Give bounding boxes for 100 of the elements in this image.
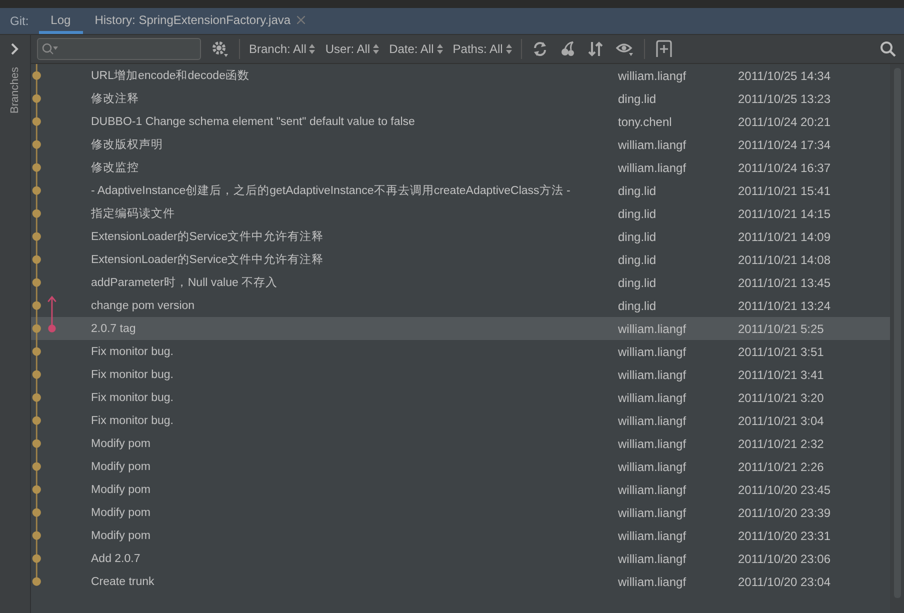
- commit-date: 2011/10/21 13:45: [738, 276, 831, 290]
- commit-message: 指定编码读文件: [91, 206, 176, 221]
- commit-author: ding.lid: [618, 276, 658, 290]
- vcs-label: Git:: [9, 13, 30, 30]
- commit-row[interactable]: DUBBO-1 Change schema element "sent" default value to false tony.chenl 2011/10/24 20:21: [31, 110, 890, 133]
- commit-row[interactable]: Modify pom william.liangf 2011/10/21 2:26: [31, 455, 890, 478]
- commit-date: 2011/10/21 2:26: [738, 460, 824, 474]
- commit-row[interactable]: Fix monitor bug. william.liangf 2011/10/21 3:41: [31, 363, 890, 386]
- commit-message: Modify pom: [91, 438, 152, 450]
- commit-author: ding.lid: [618, 92, 658, 106]
- commit-message: 修改版权声明: [91, 138, 164, 152]
- commit-author: william.liangf: [618, 138, 688, 152]
- commit-author: william.liangf: [618, 460, 688, 474]
- commit-row[interactable]: Modify pom william.liangf 2011/10/20 23:39: [31, 501, 890, 524]
- commit-row[interactable]: - AdaptiveInstance创建后，之后的getAdaptiveInstance不再去调用createAdaptiveClass方法 - ding.lid 2011/10/21 15:41: [31, 179, 890, 202]
- commit-date: 2011/10/20 23:04: [738, 574, 831, 588]
- commit-date: 2011/10/20 23:31: [738, 528, 831, 542]
- commit-message: URL增加encode和decode函数: [91, 68, 250, 83]
- commit-row[interactable]: 修改监控 william.liangf 2011/10/24 16:37: [31, 156, 890, 179]
- commit-message: 修改监控: [91, 160, 140, 175]
- commit-author: ding.lid: [618, 298, 658, 312]
- commit-row[interactable]: Modify pom william.liangf 2011/10/21 2:32: [31, 432, 890, 455]
- commit-author: ding.lid: [618, 206, 658, 220]
- commit-row[interactable]: Add 2.0.7 william.liangf 2011/10/20 23:06: [31, 547, 890, 570]
- commit-author: william.liangf: [618, 552, 688, 566]
- commit-message: - AdaptiveInstance创建后，之后的getAdaptiveInstance不再去调用createAdaptiveClass方法 -: [91, 183, 572, 198]
- commit-message: DUBBO-1 Change schema element "sent" default value to false: [91, 116, 416, 128]
- commit-author: william.liangf: [618, 368, 688, 382]
- filter-dropdown[interactable]: User: All: [324, 42, 380, 56]
- commit-message: Modify pom: [91, 530, 152, 542]
- commit-date: 2011/10/21 3:04: [738, 414, 824, 428]
- commit-author: william.liangf: [618, 160, 688, 174]
- commit-message: Fix monitor bug.: [91, 346, 174, 358]
- filter-dropdown[interactable]: Paths: All: [452, 42, 513, 56]
- commit-message: Modify pom: [91, 460, 152, 472]
- commit-row[interactable]: Create trunk william.liangf 2011/10/20 23:04: [31, 570, 890, 593]
- commit-row[interactable]: Modify pom william.liangf 2011/10/20 23:31: [31, 524, 890, 547]
- commit-author: william.liangf: [618, 574, 688, 588]
- commit-date: 2011/10/25 14:34: [738, 68, 831, 82]
- commit-row[interactable]: URL增加encode和decode函数 william.liangf 2011/10/25 14:34: [31, 64, 890, 87]
- commit-message: 修改注释: [91, 91, 140, 106]
- commit-message: change pom version: [91, 300, 196, 312]
- commit-date: 2011/10/20 23:39: [738, 506, 831, 520]
- commit-row[interactable]: addParameter时，Null value 不存入 ding.lid 2011/10/21 13:45: [31, 271, 890, 294]
- commit-message: Modify pom: [91, 484, 152, 496]
- commit-date: 2011/10/24 20:21: [738, 114, 831, 128]
- commit-author: william.liangf: [618, 482, 688, 496]
- commit-date: 2011/10/21 2:32: [738, 436, 824, 450]
- commit-row[interactable]: Modify pom william.liangf 2011/10/20 23:45: [31, 478, 890, 501]
- commit-date: 2011/10/21 3:51: [738, 344, 824, 358]
- commit-date: 2011/10/21 15:41: [738, 184, 831, 198]
- commit-author: william.liangf: [618, 506, 688, 520]
- commit-row[interactable]: ExtensionLoader的Service文件中允许有注释 ding.lid 2011/10/21 14:09: [31, 225, 890, 248]
- commit-date: 2011/10/21 14:15: [738, 206, 831, 220]
- tab[interactable]: Log: [38, 8, 83, 34]
- commit-row[interactable]: Fix monitor bug. william.liangf 2011/10/21 3:51: [31, 340, 890, 363]
- commit-message: Create trunk: [91, 576, 156, 588]
- commit-author: william.liangf: [618, 322, 688, 336]
- commit-message: Modify pom: [91, 506, 152, 518]
- commit-message: 2.0.7 tag: [91, 322, 137, 334]
- commit-author: tony.chenl: [618, 114, 673, 128]
- commit-row[interactable]: 指定编码读文件 ding.lid 2011/10/21 14:15: [31, 202, 890, 225]
- branches-panel-label[interactable]: Branches: [9, 67, 21, 114]
- commit-message: Fix monitor bug.: [91, 368, 174, 380]
- commit-row[interactable]: 2.0.7 tag william.liangf 2011/10/21 5:25: [31, 317, 890, 340]
- commit-author: william.liangf: [618, 436, 688, 450]
- commit-date: 2011/10/21 3:20: [738, 390, 824, 404]
- commit-row[interactable]: Fix monitor bug. william.liangf 2011/10/21 3:20: [31, 386, 890, 409]
- commit-message: Add 2.0.7: [91, 552, 142, 564]
- commit-date: 2011/10/25 13:23: [738, 92, 831, 106]
- filter-dropdown[interactable]: Branch: All: [248, 42, 316, 56]
- commit-message: addParameter时，Null value 不存入: [91, 276, 279, 290]
- commit-message: ExtensionLoader的Service文件中允许有注释: [91, 229, 325, 244]
- commit-row[interactable]: ExtensionLoader的Service文件中允许有注释 ding.lid 2011/10/21 14:08: [31, 248, 890, 271]
- commit-row[interactable]: 修改注释 ding.lid 2011/10/25 13:23: [31, 87, 890, 110]
- tab[interactable]: History: SpringExtensionFactory.java: [82, 8, 317, 34]
- commit-date: 2011/10/21 5:25: [738, 322, 824, 336]
- commit-date: 2011/10/21 14:08: [738, 252, 831, 266]
- filter-dropdown[interactable]: Date: All: [388, 42, 444, 56]
- commit-message: ExtensionLoader的Service文件中允许有注释: [91, 252, 325, 267]
- commit-date: 2011/10/24 17:34: [738, 138, 831, 152]
- commit-row[interactable]: change pom version ding.lid 2011/10/21 13:24: [31, 294, 890, 317]
- commit-author: william.liangf: [618, 390, 688, 404]
- commit-date: 2011/10/20 23:45: [738, 482, 831, 496]
- commit-date: 2011/10/21 13:24: [738, 298, 831, 312]
- commit-author: william.liangf: [618, 344, 688, 358]
- commit-message: Fix monitor bug.: [91, 414, 174, 426]
- commit-date: 2011/10/24 16:37: [738, 160, 831, 174]
- commit-author: ding.lid: [618, 252, 658, 266]
- commit-author: william.liangf: [618, 414, 688, 428]
- commit-date: 2011/10/21 14:09: [738, 230, 831, 244]
- commit-author: ding.lid: [618, 230, 658, 244]
- commit-author: william.liangf: [618, 528, 688, 542]
- commit-row[interactable]: Fix monitor bug. william.liangf 2011/10/21 3:04: [31, 409, 890, 432]
- commit-row[interactable]: 修改版权声明 william.liangf 2011/10/24 17:34: [31, 133, 890, 156]
- commit-date: 2011/10/20 23:06: [738, 552, 831, 566]
- commit-author: william.liangf: [618, 68, 688, 82]
- commit-message: Fix monitor bug.: [91, 392, 174, 404]
- commit-author: ding.lid: [618, 184, 658, 198]
- commit-date: 2011/10/21 3:41: [738, 368, 824, 382]
